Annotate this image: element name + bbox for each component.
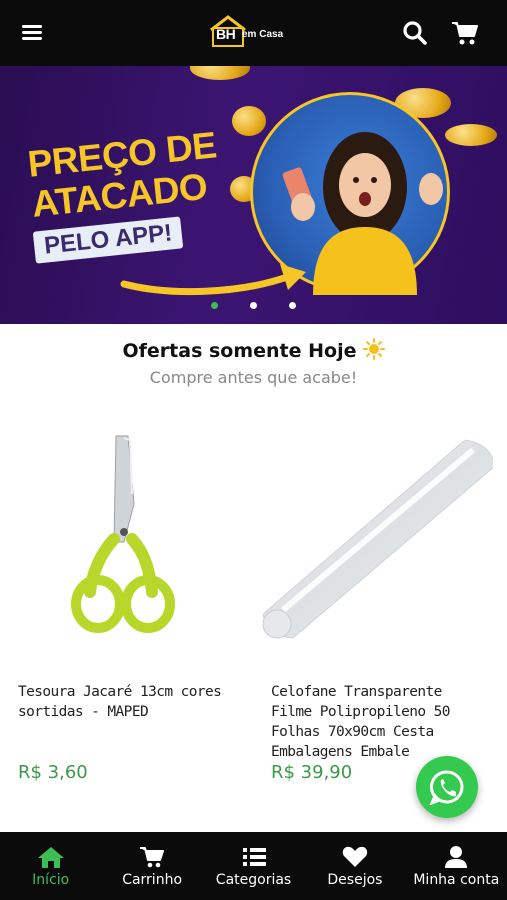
heart-icon [342, 846, 368, 867]
list-icon [242, 848, 266, 866]
section-title: Ofertas somente Hoje [0, 338, 507, 362]
whatsapp-button[interactable] [416, 756, 478, 818]
cart-icon [140, 847, 165, 868]
sun-icon [362, 338, 385, 360]
nav-item-minha-conta[interactable]: Minha conta [406, 832, 507, 900]
home-icon [37, 847, 64, 868]
carousel-dot-1[interactable] [211, 302, 218, 309]
product-card[interactable]: Celofane Transparente Filme Polipropilen… [253, 424, 493, 804]
carousel-dots [0, 302, 507, 314]
product-price: R$ 3,60 [18, 762, 88, 783]
nav-label: Carrinho [122, 872, 183, 888]
scissors-image [71, 435, 175, 633]
carousel-dot-3[interactable] [289, 302, 296, 309]
nav-item-categorias[interactable]: Categorias [203, 832, 304, 900]
nav-item-carrinho[interactable]: Carrinho [101, 832, 202, 900]
top-header: BH em Casa [0, 0, 507, 66]
carousel-dot-2[interactable] [250, 302, 257, 309]
logo-suffix-text: em Casa [242, 29, 284, 40]
nav-label: Minha conta [413, 872, 500, 888]
nav-label: Início [32, 872, 70, 888]
hamburger-menu-icon[interactable] [22, 22, 48, 44]
nav-label: Categorias [215, 872, 292, 888]
search-icon[interactable] [402, 20, 428, 46]
bottom-navigation: Início Carrinho Categorias Desejos Minha… [0, 832, 507, 900]
product-name: Tesoura Jacaré 13cm cores sortidas - MAP… [18, 684, 222, 720]
arrow-decoration-icon [120, 264, 306, 296]
nav-item-inicio[interactable]: Início [0, 832, 101, 900]
section-subtitle: Compre antes que acabe! [149, 368, 358, 387]
promo-banner[interactable]: PREÇO DE ATACADO PELO APP! [0, 66, 507, 324]
section-title-text: Ofertas somente Hoje [122, 340, 357, 362]
logo-brand-text: BH [216, 26, 236, 42]
coin-decoration [190, 66, 250, 80]
whatsapp-icon [429, 770, 464, 805]
shopping-cart-icon[interactable] [451, 20, 479, 46]
nav-label: Desejos [327, 872, 383, 888]
user-icon [445, 846, 468, 868]
cellophane-roll-image [262, 439, 493, 639]
nav-item-desejos[interactable]: Desejos [304, 832, 405, 900]
product-card[interactable]: Tesoura Jacaré 13cm cores sortidas - MAP… [0, 424, 240, 804]
product-name: Celofane Transparente Filme Polipropilen… [271, 684, 450, 760]
product-price: R$ 39,90 [271, 762, 353, 783]
site-logo[interactable]: BH em Casa [208, 14, 300, 52]
